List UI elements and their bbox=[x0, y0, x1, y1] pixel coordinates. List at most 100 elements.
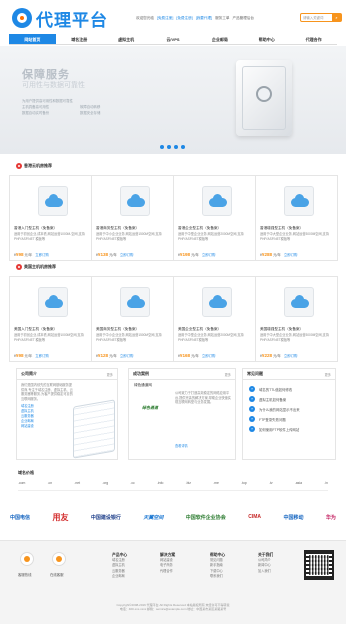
search-placeholder: 请输入关键词 bbox=[303, 16, 324, 20]
product-desc: 适用于中小企业业务,网站运营1500M空间,支持PHP/ASP.NET模板等 bbox=[96, 232, 162, 241]
nav-hosting[interactable]: 虚拟主机 bbox=[103, 34, 150, 44]
product-desc: 适用于中大型企业业务,网站运营3000M空间,支持PHP/ASP.NET模板等 bbox=[260, 232, 329, 241]
footer-link[interactable]: 企业邮局 bbox=[112, 574, 127, 579]
faq-item[interactable]: ? FTP登录失败问题 bbox=[243, 414, 335, 424]
price-unit: 元/年 bbox=[273, 253, 281, 257]
product-card[interactable]: 香港入门型主机（免备案） 适用于初创企业,成本低,网站运营1000M-空间,支持… bbox=[9, 175, 92, 261]
chat-icon[interactable] bbox=[52, 552, 66, 566]
product-card[interactable]: 美国商务型主机（免备案） 适用于中小企业业务,网站运营1500M空间,支持PHP… bbox=[91, 276, 174, 362]
price-value: ¥228 bbox=[261, 353, 273, 358]
domain-item[interactable]: .cc bbox=[130, 481, 134, 485]
cases-more-link[interactable]: 更多 bbox=[225, 372, 231, 377]
safe-illustration bbox=[236, 60, 292, 136]
nav-home[interactable]: 网站首页 bbox=[9, 34, 56, 44]
nav-mail[interactable]: 企业邮局 bbox=[196, 34, 243, 44]
partner-logo[interactable]: 中国建设银行 bbox=[91, 514, 121, 521]
buy-link[interactable]: 立即订购 bbox=[202, 253, 216, 257]
product-card[interactable]: 香港企业型主机（免备案） 适用于中型企业业务,网站运营2000M空间,支持PHP… bbox=[173, 175, 256, 261]
welcome-text: 欢迎您光临 bbox=[136, 15, 154, 20]
faq-item[interactable]: ? 域名的TTL值如何修改 bbox=[243, 384, 335, 394]
service-link[interactable]: 服务工单 bbox=[215, 16, 229, 21]
cert-link[interactable]: 产品管理后台 bbox=[232, 16, 254, 21]
login-link[interactable]: [免费注册] bbox=[157, 16, 173, 21]
intro-more-link[interactable]: 更多 bbox=[107, 372, 113, 377]
footer-link[interactable]: 代理合作 bbox=[160, 569, 175, 574]
faq-item[interactable]: ? 如何使用FTP软件上传网站 bbox=[243, 424, 335, 434]
footer-link[interactable]: 加入我们 bbox=[258, 569, 273, 574]
search-input[interactable]: 请输入关键词 ⌕ bbox=[300, 13, 342, 22]
online-service-label[interactable]: 在线客服 bbox=[50, 572, 64, 577]
faq-text: FTP登录失败问题 bbox=[259, 417, 286, 422]
domain-item[interactable]: .com bbox=[18, 481, 25, 485]
domain-item[interactable]: .in bbox=[324, 481, 328, 485]
partner-logo[interactable]: 用友 bbox=[52, 512, 68, 523]
buy-link[interactable]: 立即订购 bbox=[284, 253, 298, 257]
partner-logo[interactable]: 华为 bbox=[326, 514, 336, 521]
search-icon[interactable]: ⌕ bbox=[332, 14, 341, 21]
domain-item[interactable]: .biz bbox=[186, 481, 191, 485]
cloud-icon bbox=[202, 287, 232, 317]
cloud-icon bbox=[284, 186, 314, 216]
price-unit: 元/年 bbox=[109, 253, 117, 257]
faq-text: 虚拟主机如何备案 bbox=[259, 397, 287, 402]
footer-col: 解决方案 网站建设 电子商务 代理合作 bbox=[160, 553, 175, 574]
faq-panel: 常见问题 更多 ? 域名的TTL值如何修改 ? 虚拟主机如何备案 ? 为什么我的网站显示… bbox=[242, 368, 336, 460]
partner-logo[interactable]: 中国软件企业协会 bbox=[186, 514, 226, 521]
product-name: 美国增强型主机（免备案） bbox=[260, 327, 304, 331]
domain-item[interactable]: .info bbox=[157, 481, 163, 485]
partner-logo[interactable]: 中国移动 bbox=[283, 514, 303, 521]
logo[interactable]: 代理平台 bbox=[12, 8, 108, 30]
product-card[interactable]: 香港增强型主机（免备案） 适用于中大型企业业务,网站运营3000M空间,支持PH… bbox=[255, 175, 338, 261]
carousel-dots[interactable] bbox=[160, 145, 188, 149]
faq-item[interactable]: ? 为什么我的网站显示不出来 bbox=[243, 404, 335, 414]
partner-logo[interactable]: 中国电信 bbox=[10, 514, 30, 521]
domain-item[interactable]: .asia bbox=[295, 481, 302, 485]
nav-cloud[interactable]: 云/VPS bbox=[150, 34, 197, 44]
partner-logo[interactable]: 天翼空间 bbox=[143, 514, 163, 521]
domain-item[interactable]: .org bbox=[102, 481, 108, 485]
register-link[interactable]: [免费注册] bbox=[176, 16, 192, 21]
agent-link[interactable]: [我要代理] bbox=[196, 16, 212, 21]
location-icon bbox=[16, 163, 22, 169]
domain-item[interactable]: .net bbox=[74, 481, 80, 485]
domain-item[interactable]: .top bbox=[241, 481, 247, 485]
price-unit: 元/年 bbox=[109, 354, 117, 358]
partner-logo[interactable]: CIMA bbox=[248, 514, 261, 520]
question-icon: ? bbox=[249, 416, 255, 422]
buy-link[interactable]: 立即订购 bbox=[284, 354, 298, 358]
product-desc: 适用于中型企业业务,网站运营2000M空间,支持PHP/ASP.NET模板等 bbox=[178, 333, 244, 342]
price-unit: 元/年 bbox=[191, 354, 199, 358]
product-card[interactable]: 香港商务型主机（免备案） 适用于中小企业业务,网站运营1500M空间,支持PHP… bbox=[91, 175, 174, 261]
question-icon: ? bbox=[249, 406, 255, 412]
buy-link[interactable]: 立即订购 bbox=[120, 354, 134, 358]
product-desc: 适用于中型企业业务,网站运营2000M空间,支持PHP/ASP.NET模板等 bbox=[178, 232, 244, 241]
product-card[interactable]: 美国入门型主机（免备案） 适用于初创企业,成本低,网站运营1000M空间,支持P… bbox=[9, 276, 92, 362]
nav-agent[interactable]: 代理合作 bbox=[290, 34, 337, 44]
buy-link[interactable]: 立即订购 bbox=[120, 253, 134, 257]
price-value: ¥98 bbox=[15, 353, 24, 358]
product-price: ¥¥288 元/年 立即订购 bbox=[260, 252, 298, 257]
cases-panel: 成功案例 更多 绿色通道网 绿色通道 公司致力于打造高效稳定的网络应用平台,提供完… bbox=[128, 368, 236, 460]
product-desc: 适用于初创企业,成本低,网站运营1000M空间,支持PHP/ASP.NET 模板… bbox=[14, 333, 84, 342]
product-name: 香港入门型主机（免备案） bbox=[14, 226, 58, 230]
buy-link[interactable]: 立即订购 bbox=[35, 354, 49, 358]
nav-help[interactable]: 帮助中心 bbox=[243, 34, 290, 44]
case-name[interactable]: 绿色通道网 bbox=[134, 383, 152, 388]
buy-link[interactable]: 立即订购 bbox=[35, 253, 49, 257]
case-detail-link[interactable]: 查看详情 bbox=[175, 443, 188, 448]
nav-domain[interactable]: 域名注册 bbox=[56, 34, 103, 44]
domain-item[interactable]: .cn bbox=[48, 481, 53, 485]
banner-feature: 故障自动转移 bbox=[80, 105, 101, 109]
product-card[interactable]: 美国企业型主机（免备案） 适用于中型企业业务,网站运营2000M空间,支持PHP… bbox=[173, 276, 256, 362]
price-value: ¥168 bbox=[179, 353, 191, 358]
domain-item[interactable]: .me bbox=[213, 481, 219, 485]
footer-link[interactable]: 联系我们 bbox=[210, 574, 225, 579]
faq-more-link[interactable]: 更多 bbox=[325, 372, 331, 377]
product-price: ¥¥98 元/年 立即订购 bbox=[14, 252, 49, 257]
faq-item[interactable]: ? 虚拟主机如何备案 bbox=[243, 394, 335, 404]
buy-link[interactable]: 立即订购 bbox=[202, 354, 216, 358]
product-card[interactable]: 美国增强型主机（免备案） 适用于中大型企业业务,网站运营3000M空间,支持PH… bbox=[255, 276, 338, 362]
price-unit: 元/年 bbox=[191, 253, 199, 257]
section-us-label: 美国主机机房推荐 bbox=[24, 264, 56, 269]
domain-item[interactable]: .tv bbox=[269, 481, 273, 485]
